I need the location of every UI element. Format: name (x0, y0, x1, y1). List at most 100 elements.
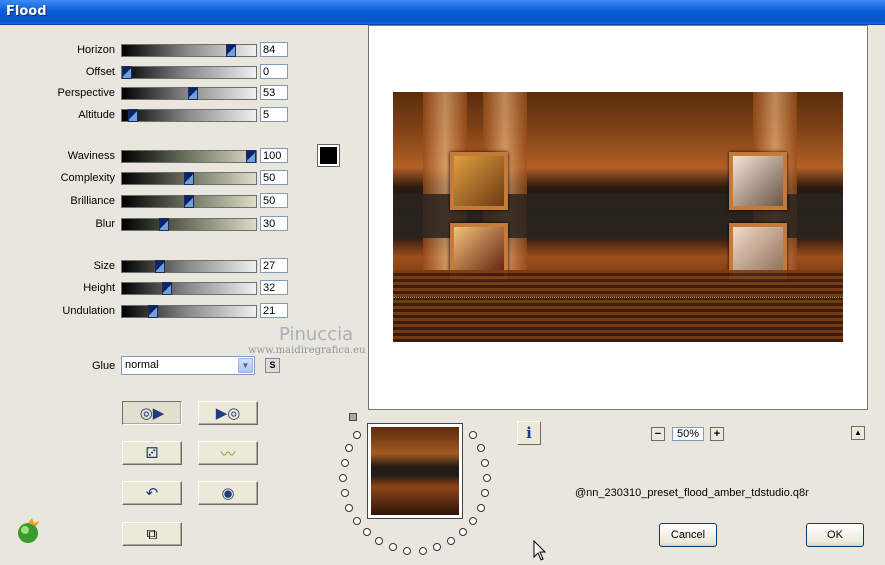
slider-track[interactable] (121, 87, 257, 100)
dial-dot[interactable] (345, 503, 354, 512)
dial-dot[interactable] (388, 543, 397, 552)
slider-thumb[interactable] (184, 172, 194, 185)
watermark-name: Pinuccia (279, 324, 354, 345)
dial-dot[interactable] (403, 546, 412, 555)
slider-value-input[interactable]: 100 (260, 148, 288, 163)
slider-track[interactable] (121, 150, 257, 163)
slider-thumb[interactable] (148, 305, 159, 318)
slider-value-input[interactable]: 50 (260, 193, 288, 208)
horizon-guide-line[interactable] (393, 297, 843, 298)
slider-thumb[interactable] (155, 260, 166, 273)
dial-dot[interactable] (340, 458, 349, 467)
slider-thumb[interactable] (159, 218, 170, 231)
preview-pane[interactable] (368, 25, 868, 410)
slider-track[interactable] (121, 260, 257, 273)
preview-image (393, 92, 843, 342)
slider-value-input[interactable]: 0 (260, 64, 288, 79)
chevron-up-icon: ▲ (854, 428, 862, 437)
watermark-url: www.maidiregrafica.eu (248, 345, 366, 356)
mouse-cursor-icon (533, 540, 547, 561)
slider-value-input[interactable]: 27 (260, 258, 288, 273)
ok-button[interactable]: OK (806, 523, 864, 547)
slider-value-input[interactable]: 30 (260, 216, 288, 231)
slider-row-horizon: Horizon 84 (0, 42, 300, 58)
slider-row-undulation: Undulation 21 (0, 303, 300, 319)
dial-dot[interactable] (476, 444, 485, 453)
slider-track[interactable] (121, 195, 257, 208)
zoom-out-button[interactable]: − (651, 427, 665, 441)
thumbnail-image (371, 427, 459, 515)
dial-dot[interactable] (469, 431, 478, 440)
slider-thumb[interactable] (246, 150, 256, 163)
water-reflection (393, 270, 843, 342)
slider-track[interactable] (121, 66, 257, 79)
slider-thumb[interactable] (184, 195, 194, 208)
slider-thumb[interactable] (161, 282, 172, 295)
slider-row-brilliance: Brilliance 50 (0, 193, 300, 209)
dial-dot[interactable] (459, 528, 468, 537)
dial-dot[interactable] (481, 458, 490, 467)
slider-track[interactable] (121, 109, 257, 122)
dial-dot[interactable] (352, 431, 361, 440)
title-bar: Flood (0, 0, 885, 25)
slider-row-perspective: Perspective 53 (0, 85, 300, 101)
slider-thumb[interactable] (226, 44, 237, 57)
slider-label: Altitude (78, 109, 115, 121)
slider-track[interactable] (121, 172, 257, 185)
zoom-in-button[interactable]: + (710, 427, 724, 441)
reset-button[interactable]: ◉ (198, 481, 258, 505)
random-button[interactable]: ⚂ (122, 441, 182, 465)
undo-button[interactable]: ↶ (122, 481, 182, 505)
dial-dot[interactable] (469, 516, 478, 525)
slider-thumb[interactable] (187, 87, 198, 100)
dial-dot[interactable] (340, 489, 349, 498)
dial-dot[interactable] (339, 474, 347, 482)
apply-filter-button[interactable]: ◎▶ (122, 401, 182, 425)
slider-label: Blur (95, 218, 115, 230)
slider-track[interactable] (121, 218, 257, 231)
thumbnail-handle[interactable] (349, 413, 357, 421)
wave-button[interactable]: 〰 (198, 441, 258, 465)
chevron-down-icon[interactable]: ▼ (238, 358, 253, 373)
slider-value-input[interactable]: 5 (260, 107, 288, 122)
color-swatch[interactable] (317, 144, 340, 167)
apply-filter-icon: ◎▶ (139, 405, 165, 422)
slider-label: Size (93, 260, 115, 272)
dial-dot[interactable] (483, 474, 491, 482)
slider-value-input[interactable]: 50 (260, 170, 288, 185)
slider-value-input[interactable]: 84 (260, 42, 288, 57)
slider-value-input[interactable]: 32 (260, 280, 288, 295)
dial-dot[interactable] (476, 503, 485, 512)
reset-circle-icon: ◉ (221, 485, 235, 502)
slider-row-waviness: Waviness 100 (0, 148, 300, 164)
dial-dot[interactable] (433, 543, 442, 552)
dial-dot[interactable] (352, 516, 361, 525)
copy-button[interactable]: ⧉ (122, 522, 182, 546)
window-title: Flood (6, 4, 47, 19)
slider-track[interactable] (121, 305, 257, 318)
slider-label: Offset (85, 66, 115, 78)
slider-track[interactable] (121, 44, 257, 57)
dial-dot[interactable] (362, 528, 371, 537)
photo-frame (450, 152, 508, 210)
info-button[interactable]: i (517, 421, 541, 445)
reset-filter-button[interactable]: ▶◎ (198, 401, 258, 425)
dial-dot[interactable] (345, 444, 354, 453)
dial-dot[interactable] (447, 537, 455, 546)
random-dice-icon: ⚂ (145, 445, 159, 462)
slider-label: Perspective (57, 87, 115, 99)
slider-track[interactable] (121, 282, 257, 295)
dial-dot[interactable] (418, 546, 427, 555)
slider-thumb[interactable] (122, 66, 132, 79)
dial-dot[interactable] (375, 537, 383, 546)
dial-dot[interactable] (481, 489, 490, 498)
thumbnail-preview[interactable] (367, 423, 463, 519)
slider-row-height: Height 32 (0, 280, 300, 296)
slider-value-input[interactable]: 53 (260, 85, 288, 100)
collapse-preview-button[interactable]: ▲ (851, 426, 865, 440)
glue-s-button[interactable]: S (265, 358, 280, 373)
cancel-button[interactable]: Cancel (659, 523, 717, 547)
slider-value-input[interactable]: 21 (260, 303, 288, 318)
slider-thumb[interactable] (128, 109, 139, 122)
glue-select[interactable]: normal ▼ (121, 356, 255, 375)
